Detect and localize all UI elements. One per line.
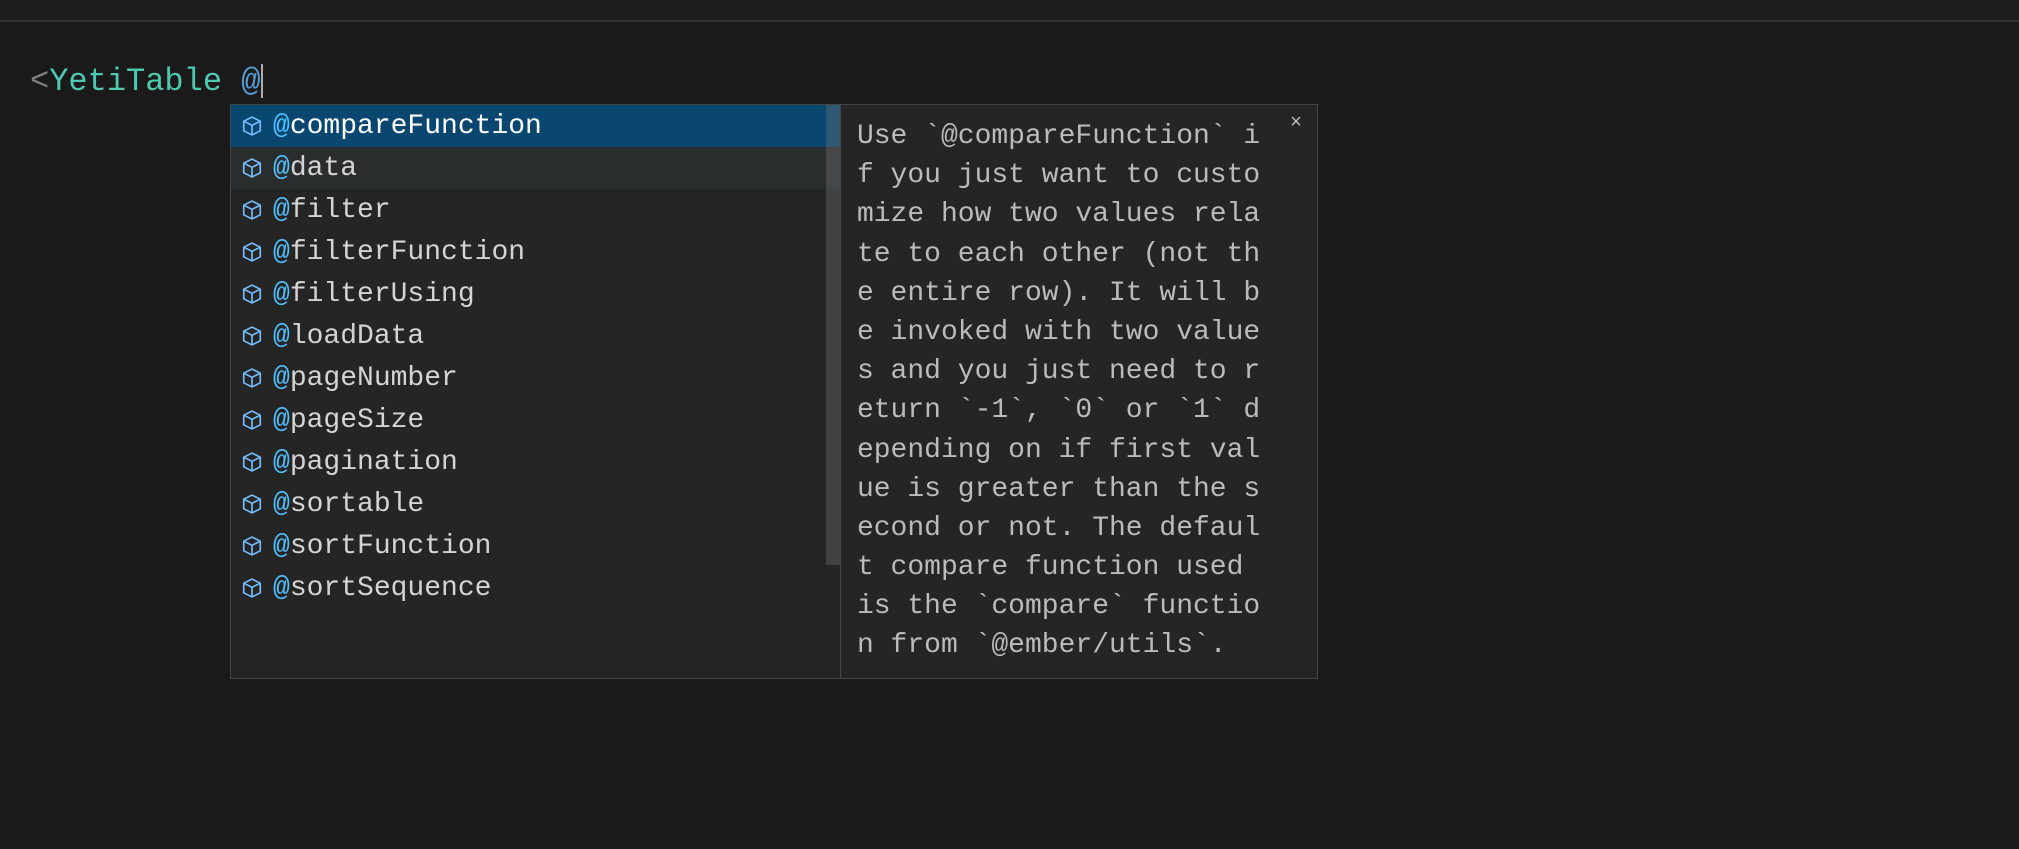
- suggestion-label: @pageNumber: [273, 363, 458, 394]
- suggestion-label: @pagination: [273, 447, 458, 478]
- suggestion-item[interactable]: @filter: [231, 189, 840, 231]
- text-cursor: [261, 64, 263, 98]
- suggestion-item[interactable]: @pagination: [231, 441, 840, 483]
- cube-icon: [241, 367, 263, 389]
- editor-area[interactable]: <YetiTable @ @compareFunction @data @filte…: [0, 22, 2019, 849]
- cube-icon: [241, 283, 263, 305]
- suggestion-label: @filterFunction: [273, 237, 525, 268]
- cube-icon: [241, 115, 263, 137]
- cube-icon: [241, 493, 263, 515]
- suggestion-item[interactable]: @pageSize: [231, 399, 840, 441]
- suggestion-label: @filter: [273, 195, 391, 226]
- cube-icon: [241, 241, 263, 263]
- suggestion-label: @sortSequence: [273, 573, 491, 604]
- suggestion-label: @loadData: [273, 321, 424, 352]
- suggestion-item[interactable]: @loadData: [231, 315, 840, 357]
- suggestion-item[interactable]: @compareFunction: [231, 105, 840, 147]
- code-line[interactable]: <YetiTable @: [30, 64, 263, 98]
- suggestion-item[interactable]: @data: [231, 147, 840, 189]
- cube-icon: [241, 577, 263, 599]
- suggestion-item[interactable]: @filterUsing: [231, 273, 840, 315]
- suggestion-item[interactable]: @filterFunction: [231, 231, 840, 273]
- suggestion-item[interactable]: @pageNumber: [231, 357, 840, 399]
- documentation-panel: × Use `@compareFunction` if you just wan…: [840, 105, 1317, 678]
- cube-icon: [241, 451, 263, 473]
- cube-icon: [241, 199, 263, 221]
- token-bracket: <: [30, 63, 49, 100]
- token-at: @: [241, 63, 260, 100]
- cube-icon: [241, 409, 263, 431]
- cube-icon: [241, 157, 263, 179]
- scrollbar-thumb[interactable]: [826, 105, 840, 565]
- suggestion-label: @sortable: [273, 489, 424, 520]
- suggestion-item[interactable]: @sortSequence: [231, 567, 840, 609]
- token-component: YetiTable: [49, 63, 222, 100]
- suggestion-item[interactable]: @sortable: [231, 483, 840, 525]
- suggestion-label: @sortFunction: [273, 531, 491, 562]
- close-icon[interactable]: ×: [1285, 113, 1307, 135]
- intellisense-widget: @compareFunction @data @filter @filterFunct…: [230, 104, 1318, 679]
- suggestion-label: @pageSize: [273, 405, 424, 436]
- suggestion-label: @filterUsing: [273, 279, 475, 310]
- suggestion-label: @compareFunction: [273, 111, 542, 142]
- suggestion-list[interactable]: @compareFunction @data @filter @filterFunct…: [231, 105, 840, 678]
- token-space: [222, 63, 241, 100]
- cube-icon: [241, 535, 263, 557]
- suggestion-label: @data: [273, 153, 357, 184]
- cube-icon: [241, 325, 263, 347]
- documentation-text: Use `@compareFunction` if you just want …: [857, 121, 1260, 661]
- suggestion-item[interactable]: @sortFunction: [231, 525, 840, 567]
